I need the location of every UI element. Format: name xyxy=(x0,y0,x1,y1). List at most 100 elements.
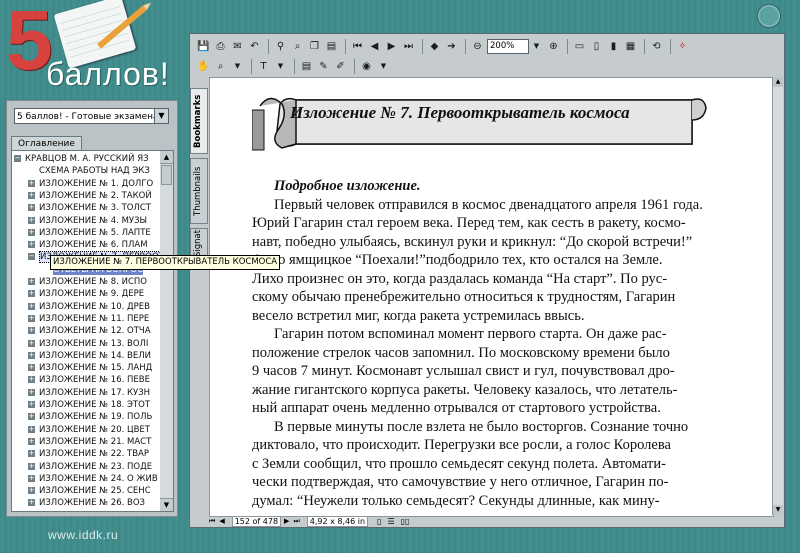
tab-signatures[interactable]: Signatures xyxy=(190,228,208,258)
note-icon[interactable]: ▤ xyxy=(299,59,314,74)
first-page-icon[interactable]: ⏮ xyxy=(209,516,215,527)
page-number-field[interactable]: 152 of 478 xyxy=(231,516,282,527)
expand-icon[interactable]: + xyxy=(28,339,35,347)
scroll-up-icon[interactable]: ▲ xyxy=(160,151,173,164)
zoom-out-icon[interactable]: ⊖ xyxy=(470,39,485,54)
pencil-icon[interactable]: ✎ xyxy=(316,59,331,74)
next-page-icon[interactable]: ▶ xyxy=(384,39,399,54)
expand-icon[interactable]: + xyxy=(28,314,35,322)
toc-item[interactable]: + ИЗЛОЖЕНИЕ № 26. ВОЗ xyxy=(28,497,145,509)
reflow-icon[interactable]: ▦ xyxy=(623,39,638,54)
toc-item[interactable]: + ИЗЛОЖЕНИЕ № 15. ЛАНД xyxy=(28,362,152,374)
email-icon[interactable]: ✉ xyxy=(230,39,245,54)
hand-tool-icon[interactable]: ✋ xyxy=(196,59,211,74)
expand-icon[interactable]: + xyxy=(28,413,35,421)
toc-item[interactable]: + ИЗЛОЖЕНИЕ № 25. СЕНС xyxy=(28,485,151,497)
acrobat-icon[interactable]: ✧ xyxy=(675,39,690,54)
chevron-down-icon[interactable]: ▼ xyxy=(154,109,168,123)
toc-item[interactable]: + ИЗЛОЖЕНИЕ № 24. О ЖИВ xyxy=(28,473,158,485)
facing-icon[interactable]: ▯▯ xyxy=(401,516,410,527)
toc-item[interactable]: + ИЗЛОЖЕНИЕ № 11. ПЕРЕ xyxy=(28,313,149,325)
toc-item[interactable]: СХЕМА РАБОТЫ НАД ЭКЗ xyxy=(28,165,150,177)
toc-item[interactable]: + ИЗЛОЖЕНИЕ № 1. ДОЛГО xyxy=(28,178,153,190)
toc-scroll-thumb[interactable] xyxy=(161,165,172,185)
toc-item[interactable]: + ИЗЛОЖЕНИЕ № 8. ИСПО xyxy=(28,276,147,288)
toc-item[interactable]: + ИЗЛОЖЕНИЕ № 14. ВЕЛИ xyxy=(28,350,151,362)
document-page[interactable]: Изложение № 7. Первооткрыватель космоса … xyxy=(209,77,774,517)
toc-item[interactable]: + ИЗЛОЖЕНИЕ № 2. ТАКОЙ xyxy=(28,190,152,202)
pages-icon[interactable]: ▤ xyxy=(324,39,339,54)
toc-item[interactable]: + ИЗЛОЖЕНИЕ № 9. ДЕРЕ xyxy=(28,288,144,300)
toc-item[interactable]: + ИЗЛОЖЕНИЕ № 21. МАСТ xyxy=(28,436,151,448)
expand-icon[interactable]: + xyxy=(28,290,35,298)
tab-contents[interactable]: Оглавление xyxy=(11,136,82,151)
last-page-icon[interactable]: ⏭ xyxy=(293,516,299,527)
stamp-icon[interactable]: ◉ xyxy=(359,59,374,74)
zoom-dropdown-icon[interactable]: ▼ xyxy=(529,39,544,54)
tab-thumbnails[interactable]: Thumbnails xyxy=(190,158,208,224)
last-page-icon[interactable]: ⏭ xyxy=(401,39,416,54)
expand-icon[interactable]: + xyxy=(28,204,35,212)
search-icon[interactable]: ⌕ xyxy=(290,39,305,54)
expand-icon[interactable]: + xyxy=(28,216,35,224)
back-icon[interactable]: ◆ xyxy=(427,39,442,54)
toc-item[interactable]: + ИЗЛОЖЕНИЕ № 17. КУЗН xyxy=(28,387,150,399)
toc-item[interactable]: + ИЗЛОЖЕНИЕ № 10. ДРЕВ xyxy=(28,301,150,313)
chevron-down-icon[interactable]: ▼ xyxy=(376,59,391,74)
scroll-down-icon[interactable]: ▼ xyxy=(160,498,173,511)
expand-icon[interactable]: + xyxy=(28,487,35,495)
expand-icon[interactable]: + xyxy=(28,437,35,445)
continuous-icon[interactable]: ☰ xyxy=(387,516,394,527)
document-select[interactable]: 5 баллов! - Готовые экзаменацион ▼ xyxy=(14,108,169,124)
fit-width-icon[interactable]: ▮ xyxy=(606,39,621,54)
expand-icon[interactable]: + xyxy=(28,376,35,384)
toc-item[interactable]: + ИЗЛОЖЕНИЕ № 19. ПОЛЬ xyxy=(28,411,152,423)
toc-item[interactable]: + ИЗЛОЖЕНИЕ № 16. ПЕВЕ xyxy=(28,374,150,386)
toc-item[interactable]: + ИЗЛОЖЕНИЕ № 5. ЛАПТЕ xyxy=(28,227,151,239)
zoom-field[interactable]: 200% xyxy=(487,38,529,54)
expand-icon[interactable]: + xyxy=(28,474,35,482)
save-icon[interactable]: 💾 xyxy=(196,39,211,54)
scroll-up-icon[interactable]: ▲ xyxy=(773,77,783,87)
toc-item[interactable]: + ИЗЛОЖЕНИЕ № 18. ЭТОТ xyxy=(28,399,150,411)
first-page-icon[interactable]: ⏮ xyxy=(350,39,365,54)
scroll-down-icon[interactable]: ▼ xyxy=(773,505,783,515)
forward-icon[interactable]: ➔ xyxy=(444,39,459,54)
next-page-icon[interactable]: ▶ xyxy=(284,516,289,527)
expand-icon[interactable]: + xyxy=(28,364,35,372)
site-url[interactable]: www.iddk.ru xyxy=(48,528,118,542)
document-scrollbar[interactable]: ▲ ▼ xyxy=(772,77,783,515)
actual-size-icon[interactable]: ▭ xyxy=(572,39,587,54)
fit-page-icon[interactable]: ▯ xyxy=(589,39,604,54)
rotate-icon[interactable]: ⟲ xyxy=(649,39,664,54)
find-icon[interactable]: ⚲ xyxy=(273,39,288,54)
toc-item[interactable]: + ИЗЛОЖЕНИЕ № 13. ВОЛІ xyxy=(28,338,148,350)
prev-page-icon[interactable]: ◀ xyxy=(367,39,382,54)
tab-bookmarks[interactable]: Bookmarks xyxy=(190,88,208,154)
expand-icon[interactable]: + xyxy=(28,401,35,408)
expand-icon[interactable]: + xyxy=(28,462,35,470)
chevron-down-icon[interactable]: ▼ xyxy=(273,59,288,74)
single-page-icon[interactable]: ▯ xyxy=(377,516,381,527)
expand-icon[interactable]: + xyxy=(28,450,35,458)
chevron-down-icon[interactable]: ▼ xyxy=(230,59,245,74)
toc-item[interactable]: + ИЗЛОЖЕНИЕ № 22. ТВАР xyxy=(28,448,149,460)
expand-icon[interactable]: + xyxy=(28,388,35,396)
zoom-in-icon[interactable]: ⊕ xyxy=(546,39,561,54)
expand-icon[interactable]: + xyxy=(28,179,35,187)
collapse-icon[interactable]: − xyxy=(14,155,21,162)
zoom-tool-icon[interactable]: ⌕ xyxy=(213,59,228,74)
prev-page-icon[interactable]: ◀ xyxy=(219,516,224,527)
toc-item[interactable]: + ИЗЛОЖЕНИЕ № 6. ПЛАМ xyxy=(28,239,148,251)
expand-icon[interactable]: + xyxy=(28,228,35,236)
toc-scrollbar[interactable]: ▲ ▼ xyxy=(160,150,174,512)
toc-item[interactable]: − КРАВЦОВ М. А. РУССКИЙ ЯЗ xyxy=(14,153,149,165)
highlight-icon[interactable]: ✐ xyxy=(333,59,348,74)
book-icon[interactable] xyxy=(757,4,781,28)
collapse-icon[interactable]: − xyxy=(28,253,35,261)
expand-icon[interactable]: + xyxy=(28,191,35,199)
expand-icon[interactable]: + xyxy=(28,327,35,335)
toc-item[interactable]: + ИЗЛОЖЕНИЕ № 12. ОТЧА xyxy=(28,325,151,337)
toc-item[interactable]: + ИЗЛОЖЕНИЕ № 3. ТОЛСТ xyxy=(28,202,151,214)
expand-icon[interactable]: + xyxy=(28,302,35,310)
